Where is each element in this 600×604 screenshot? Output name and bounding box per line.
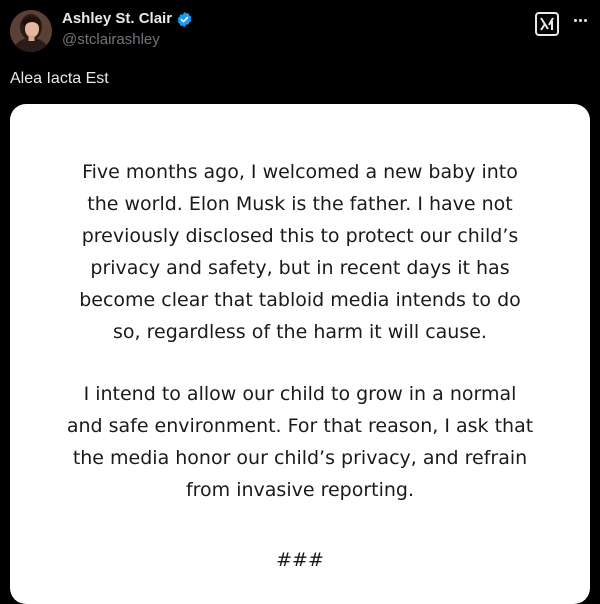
grok-icon xyxy=(540,17,554,31)
statement-line: so, regardless of the harm it will cause… xyxy=(113,321,487,343)
verified-badge-icon xyxy=(177,11,192,27)
author-handle[interactable]: @stclairashley xyxy=(62,31,160,49)
more-options-icon-dot xyxy=(573,18,577,22)
author-avatar[interactable] xyxy=(10,10,52,52)
post-text: Alea Iacta Est xyxy=(10,70,109,87)
statement-line: Five months ago, I welcomed a new baby i… xyxy=(82,161,518,183)
grok-button[interactable] xyxy=(535,12,559,36)
statement-line: from invasive reporting. xyxy=(185,479,415,501)
more-options-icon-dot xyxy=(583,18,587,22)
statement-text: Five months ago, I welcomed a new baby i… xyxy=(10,156,590,576)
post-header: Ashley St. Clair @stclairashley xyxy=(0,0,600,62)
post-image[interactable]: Five months ago, I welcomed a new baby i… xyxy=(10,104,590,604)
more-options-icon-dot xyxy=(578,18,582,22)
more-options-button[interactable] xyxy=(568,10,592,30)
profile-photo-icon xyxy=(10,10,52,52)
statement-line: privacy and safety, but in recent days i… xyxy=(90,257,510,279)
statement-line: the media honor our child’s privacy, and… xyxy=(72,447,528,469)
statement-line: and safe environment. For that reason, I… xyxy=(66,415,534,437)
author-display-name[interactable]: Ashley St. Clair xyxy=(62,10,172,28)
statement-closing: ### xyxy=(276,549,324,571)
statement-line: I intend to allow our child to grow in a… xyxy=(83,383,517,405)
statement-line: previously disclosed this to protect our… xyxy=(81,225,519,247)
statement-line: the world. Elon Musk is the father. I ha… xyxy=(87,193,513,215)
statement-line: become clear that tabloid media intends … xyxy=(79,289,521,311)
author-name-row: Ashley St. Clair xyxy=(62,10,193,28)
